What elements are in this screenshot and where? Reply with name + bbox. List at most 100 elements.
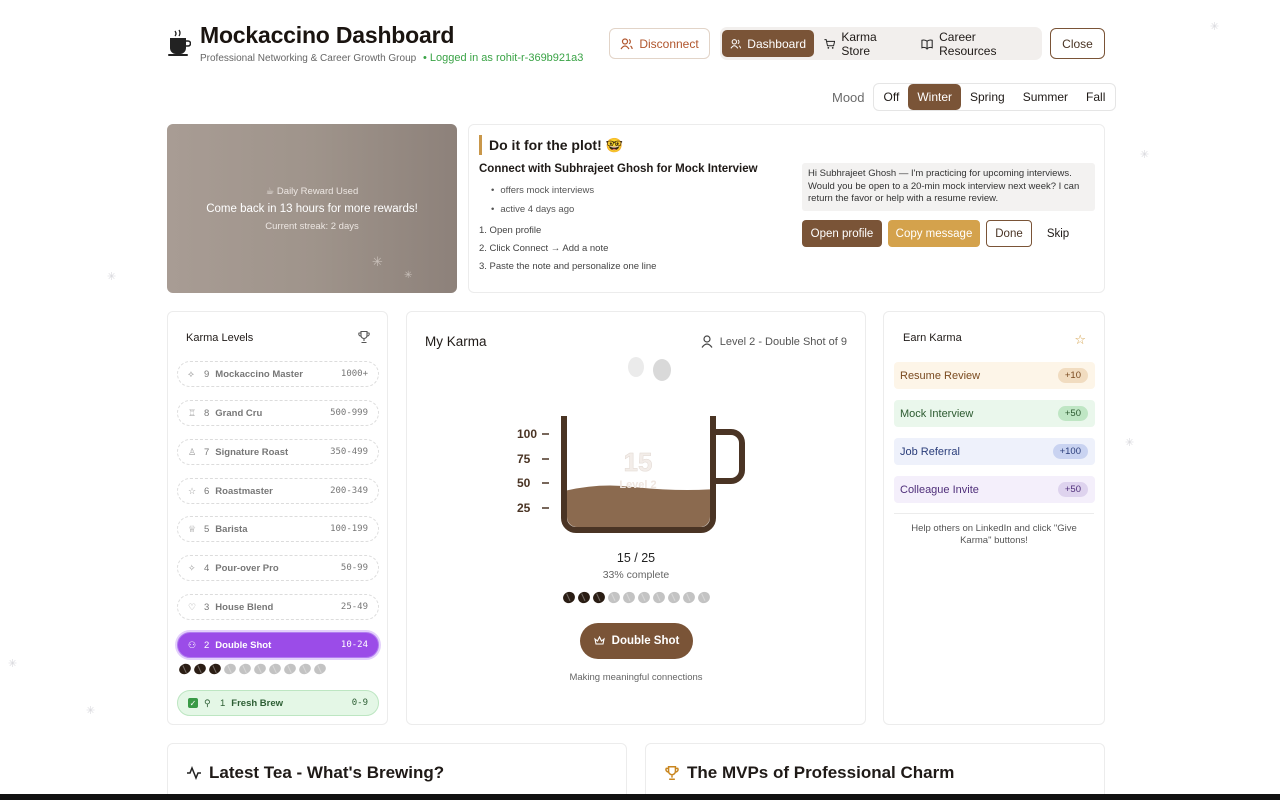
level-row-8: ♖ 8 Grand Cru 500-999	[177, 400, 379, 426]
my-karma-card: My Karma Level 2 - Double Shot of 9 100 …	[406, 311, 866, 725]
earn-item-label: Mock Interview	[900, 407, 974, 420]
level-icon: ✧	[188, 562, 196, 573]
coffee-bean-filled-icon	[207, 661, 223, 677]
earn-item-resume-review[interactable]: Resume Review +10	[894, 362, 1095, 389]
mood-option-spring[interactable]: Spring	[961, 84, 1014, 110]
karma-progress-beans	[561, 589, 712, 606]
mood-option-summer[interactable]: Summer	[1014, 84, 1077, 110]
coffee-bean-filled-icon	[192, 661, 208, 677]
level-number: 5	[204, 523, 210, 535]
coffee-fill	[567, 485, 710, 527]
mvps-title: The MVPs of Professional Charm	[687, 763, 955, 782]
window-bottom-edge	[0, 794, 1280, 800]
coffee-bean-empty-icon	[222, 661, 238, 677]
users-icon	[730, 38, 742, 49]
coffee-bean-empty-icon	[606, 589, 622, 606]
nav-career-resources-label: Career Resources	[939, 29, 997, 58]
latest-tea-heading: Latest Tea - What's Brewing?	[186, 763, 444, 783]
star-icon: ☆	[1074, 332, 1086, 347]
earn-item-colleague-invite[interactable]: Colleague Invite +50	[894, 476, 1095, 503]
plot-title: Do it for the plot! 🤓	[479, 135, 623, 155]
latest-tea-title: Latest Tea - What's Brewing?	[209, 763, 445, 782]
main-nav: Dashboard Karma Store Career Resources	[720, 27, 1042, 60]
coffee-bean-filled-icon	[561, 589, 577, 606]
level-badge-button[interactable]: Double Shot	[580, 623, 693, 659]
level-row-4: ✧ 4 Pour-over Pro 50-99	[177, 555, 379, 581]
coffee-bean-filled-icon	[576, 589, 592, 606]
list-item: 1. Open profile	[479, 225, 542, 236]
mood-label: Mood	[832, 89, 865, 105]
skip-button[interactable]: Skip	[1038, 220, 1078, 247]
earn-karma-note: Help others on LinkedIn and click "Give …	[911, 523, 1077, 546]
level-icon: ♙	[188, 446, 197, 457]
coffee-bean-empty-icon	[681, 589, 697, 606]
page-title: Mockaccino Dashboard	[200, 22, 455, 48]
divider	[894, 513, 1094, 514]
earn-karma-title: Earn Karma	[903, 332, 962, 344]
snowflake-icon: ✳	[1210, 21, 1220, 33]
level-range: 50-99	[340, 563, 368, 573]
close-button[interactable]: Close	[1050, 28, 1105, 59]
earn-item-mock-interview[interactable]: Mock Interview +50	[894, 400, 1095, 427]
level-number: 1	[220, 697, 226, 709]
coffee-bean-empty-icon	[312, 661, 328, 677]
steam-bubble	[653, 359, 671, 381]
mood-selector: Mood Off Winter Spring Summer Fall	[832, 83, 1117, 111]
level-row-9: ⟡ 9 Mockaccino Master 1000+	[177, 361, 379, 387]
level-range: 350-499	[330, 447, 368, 457]
snowflake-icon: ✳	[404, 270, 413, 281]
coffee-bean-filled-icon	[177, 661, 193, 677]
page-subtitle: Professional Networking & Career Growth …	[200, 52, 583, 64]
level-number: 9	[204, 368, 210, 380]
earn-item-job-referral[interactable]: Job Referral +100	[894, 438, 1095, 465]
level-number: 3	[204, 601, 210, 613]
snowflake-icon: ✳	[372, 254, 383, 269]
level-icon: ☆	[188, 485, 197, 496]
level-number: 2	[204, 639, 210, 651]
earn-item-label: Colleague Invite	[900, 483, 979, 496]
mood-option-winter[interactable]: Winter	[908, 84, 961, 110]
done-button[interactable]: Done	[986, 220, 1032, 247]
steam-bubble	[628, 357, 644, 377]
trophy-icon	[665, 765, 679, 781]
mood-option-off[interactable]: Off	[875, 84, 909, 110]
level-row-2-current: ⚇ 2 Double Shot 10-24	[177, 632, 379, 658]
nav-karma-store[interactable]: Karma Store	[816, 30, 908, 58]
nav-career-resources[interactable]: Career Resources	[913, 29, 1038, 58]
mvps-card: The MVPs of Professional Charm	[645, 743, 1105, 800]
level-number: 6	[204, 485, 210, 497]
earn-karma-card: Earn Karma ☆ Resume Review +10 Mock Inte…	[883, 311, 1105, 725]
level-name: House Blend	[215, 601, 274, 613]
coffee-cup-logo-icon	[168, 29, 191, 56]
level-name: Signature Roast	[215, 446, 289, 458]
snowflake-icon: ✳	[86, 705, 96, 717]
mvps-heading: The MVPs of Professional Charm	[664, 763, 954, 783]
snowflake-icon: ✳	[1125, 437, 1135, 449]
level-range: 200-349	[330, 486, 368, 496]
open-profile-button[interactable]: Open profile	[802, 220, 882, 247]
coffee-bean-empty-icon	[666, 589, 682, 606]
cart-icon	[824, 38, 836, 49]
level-name: Barista	[215, 523, 248, 535]
nav-dashboard[interactable]: Dashboard	[722, 30, 814, 57]
karma-footer: Making meaningful connections	[569, 672, 703, 683]
mood-option-fall[interactable]: Fall	[1077, 84, 1114, 110]
level-row-1-complete: ✓ ⚲ 1 Fresh Brew 0-9	[177, 690, 379, 716]
earn-item-label: Job Referral	[900, 445, 960, 458]
coffee-bean-empty-icon	[651, 589, 667, 606]
disconnect-button[interactable]: Disconnect	[609, 28, 710, 59]
disconnect-label: Disconnect	[639, 36, 699, 51]
level-name: Roastmaster	[215, 485, 273, 497]
level-row-7: ♙ 7 Signature Roast 350-499	[177, 439, 379, 465]
level-number: 4	[204, 562, 210, 574]
reward-status: ☕ Daily Reward Used	[265, 186, 359, 197]
level-range: 10-24	[340, 640, 368, 650]
copy-message-button[interactable]: Copy message	[888, 220, 980, 247]
list-item: 3. Paste the note and personalize one li…	[479, 261, 657, 272]
level-number: 7	[204, 446, 210, 458]
crown-icon	[593, 636, 605, 645]
level-name: Fresh Brew	[231, 697, 284, 709]
cup-tick-label: 25	[517, 501, 531, 515]
coffee-bean-empty-icon	[297, 661, 313, 677]
plot-subtitle: Connect with Subhrajeet Ghosh for Mock I…	[479, 163, 758, 175]
